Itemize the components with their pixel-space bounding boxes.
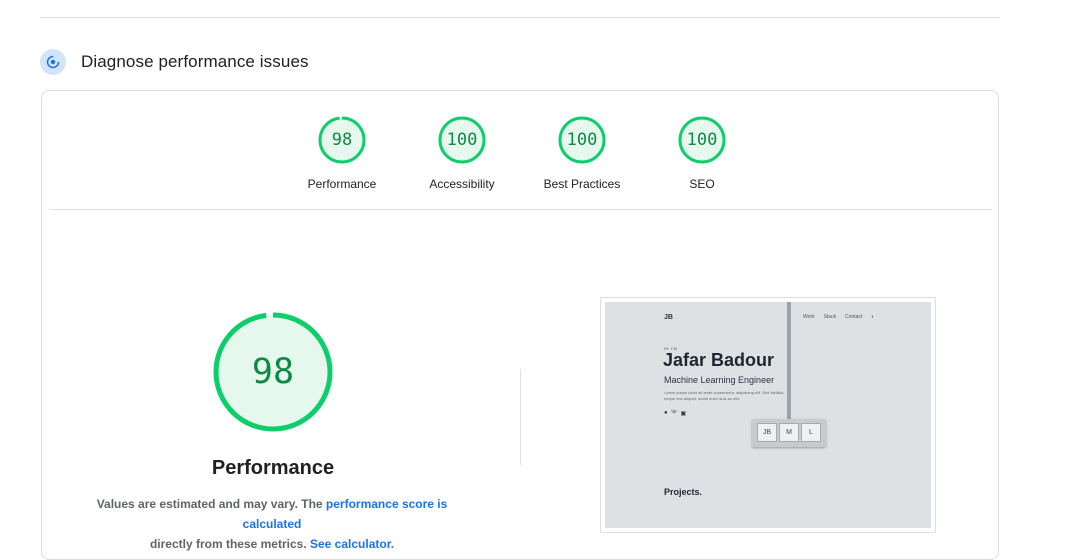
section-title: Diagnose performance issues [81, 52, 309, 71]
report-card: 98 Performance 100 Accessibility 100 Bes… [41, 90, 999, 560]
final-screenshot[interactable]: JB Work Stack Contact ◐ HI I'M Jafar Bad… [600, 297, 936, 533]
vertical-divider [520, 369, 521, 465]
gauge-score: 100 [686, 130, 718, 150]
screenshot-social-icons: ● ᵁᵖ ▣ [664, 410, 686, 417]
performance-title: Performance [211, 457, 335, 479]
screenshot-projects-heading: Projects. [664, 487, 703, 497]
gauge-seo[interactable]: 100 SEO [642, 115, 762, 191]
performance-note: Values are estimated and may vary. The p… [72, 494, 472, 554]
github-icon: ● [664, 410, 668, 416]
gauge-score: 98 [331, 130, 353, 150]
gauge-ring: 100 [557, 115, 607, 165]
upwork-icon: ᵁᵖ [671, 410, 677, 416]
gauge-ring: 100 [437, 115, 487, 165]
gauge-score: 100 [446, 130, 478, 150]
screenshot-nav: Work Stack Contact ◐ [803, 314, 874, 320]
screenshot-name: Jafar Badour [663, 350, 775, 370]
gauge-label: Accessibility [429, 177, 495, 191]
screenshot-nav-item: Contact [845, 314, 863, 320]
top-divider [40, 17, 1000, 18]
gauge-label: SEO [689, 177, 715, 191]
gauge-label: Best Practices [543, 177, 621, 191]
gauge-ring: 98 [317, 115, 367, 165]
linkedin-icon: ▣ [680, 411, 687, 417]
screenshot-rod [787, 302, 791, 422]
screenshot-key: M [779, 423, 799, 442]
note-text-middle: directly from these metrics. [149, 537, 310, 551]
screenshot-nav-item: Stack [823, 314, 837, 320]
section-header: Diagnose performance issues [40, 48, 309, 76]
screenshot-description: Lorem ipsum dolor sit amet consectetur, … [664, 390, 785, 401]
see-calculator-link[interactable]: See calculator. [310, 537, 394, 551]
page-screenshot: JB Work Stack Contact ◐ HI I'M Jafar Bad… [605, 302, 931, 528]
score-gauges: 98 Performance 100 Accessibility 100 Bes… [42, 115, 998, 195]
performance-gauge-large: 98 [212, 311, 334, 433]
performance-score: 98 [251, 352, 295, 392]
note-text: Values are estimated and may vary. The [96, 497, 326, 511]
screenshot-role: Machine Learning Engineer [664, 375, 775, 385]
screenshot-key: JB [757, 423, 777, 442]
screenshot-key: L [801, 423, 821, 442]
gauge-score: 100 [566, 130, 598, 150]
gauge-divider [50, 209, 992, 210]
screenshot-keycaps: JB M L [752, 419, 826, 447]
gauge-label: Performance [307, 177, 377, 191]
gauge-performance[interactable]: 98 Performance [282, 115, 402, 191]
gauge-ring: 100 [677, 115, 727, 165]
theme-toggle-icon: ◐ [871, 314, 875, 320]
gauge-accessibility[interactable]: 100 Accessibility [402, 115, 522, 191]
screenshot-logo: JB [664, 314, 673, 321]
gauge-best-practices[interactable]: 100 Best Practices [522, 115, 642, 191]
screenshot-nav-item: Work [803, 314, 815, 320]
gauge-icon [40, 49, 66, 75]
